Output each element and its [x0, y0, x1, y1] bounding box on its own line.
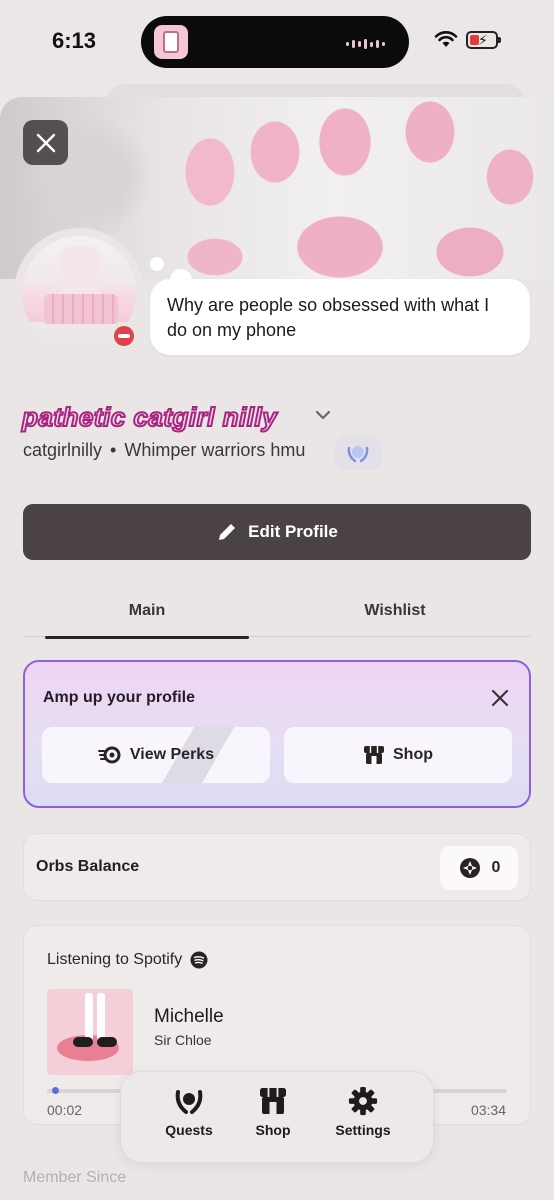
username: catgirlnilly [23, 440, 103, 460]
tab-main[interactable]: Main [45, 584, 249, 639]
orbs-balance-card[interactable]: Orbs Balance 0 [23, 833, 531, 901]
dock-quests-label: Quests [165, 1122, 213, 1138]
nitro-icon [97, 746, 121, 764]
dock-settings-button[interactable]: Settings [323, 1086, 403, 1138]
orb-icon [459, 858, 480, 878]
spotify-heading: Listening to Spotify [47, 951, 208, 969]
custom-status-bubble[interactable]: Why are people so obsessed with what I d… [150, 279, 530, 355]
battery-icon: ⚡ [466, 31, 501, 49]
shop-button[interactable]: Shop [284, 727, 512, 783]
shop-icon [260, 1088, 286, 1114]
audio-wave-icon [346, 39, 385, 49]
profile-tabs: Main Wishlist [23, 584, 531, 639]
close-icon [36, 133, 55, 152]
dock-shop-label: Shop [255, 1122, 291, 1138]
amp-card-title: Amp up your profile [43, 689, 195, 706]
pronouns: Whimper warriors hmu [124, 440, 306, 460]
chevron-down-icon[interactable] [314, 409, 332, 421]
bottom-dock: Quests Shop Settings [120, 1071, 434, 1163]
edit-profile-button[interactable]: Edit Profile [23, 504, 531, 560]
dynamic-island[interactable] [141, 16, 409, 68]
amp-profile-card: Amp up your profile View Perks Shop [23, 660, 531, 808]
spotify-heading-text: Listening to Spotify [47, 951, 183, 968]
orbs-balance-pill[interactable]: 0 [440, 846, 518, 890]
separator-dot: • [110, 440, 117, 460]
dock-quests-button[interactable]: Quests [149, 1086, 229, 1138]
laurel-icon [175, 1090, 203, 1114]
profile-sheet: Why are people so obsessed with what I d… [0, 97, 554, 1200]
track-title[interactable]: Michelle [154, 1006, 224, 1028]
orbs-value: 0 [491, 859, 501, 876]
close-icon[interactable] [491, 689, 509, 707]
username-row: catgirlnilly • Whimper warriors hmu [23, 440, 305, 461]
view-perks-label: View Perks [129, 746, 215, 763]
close-button[interactable] [23, 120, 68, 165]
shop-label: Shop [393, 746, 433, 763]
view-perks-button[interactable]: View Perks [42, 727, 270, 783]
thought-bubble-dot [150, 257, 164, 271]
track-artist[interactable]: Sir Chloe [154, 1032, 212, 1048]
laurel-badge-icon [347, 446, 369, 463]
wifi-icon [434, 31, 458, 47]
edit-profile-label: Edit Profile [248, 522, 338, 541]
elapsed-time: 00:02 [47, 1102, 83, 1118]
dnd-status-icon [110, 322, 138, 350]
album-art[interactable] [47, 989, 133, 1075]
display-name[interactable]: pathetic catgirl nilly [21, 401, 278, 433]
tab-wishlist[interactable]: Wishlist [295, 584, 495, 637]
profile-badge[interactable] [335, 436, 381, 470]
status-bar: 6:13 ⚡ [0, 0, 554, 90]
spotify-icon [190, 951, 208, 969]
track-duration: 03:34 [470, 1102, 506, 1118]
pencil-icon [219, 524, 236, 540]
dock-settings-label: Settings [335, 1122, 391, 1138]
status-time: 6:13 [52, 28, 97, 53]
orbs-label: Orbs Balance [36, 858, 140, 875]
gear-icon [348, 1086, 378, 1116]
now-playing-app-icon [154, 25, 188, 59]
shop-icon [364, 746, 384, 764]
member-since-heading: Member Since [23, 1169, 127, 1186]
custom-status-text: Why are people so obsessed with what I d… [167, 295, 490, 340]
dock-shop-button[interactable]: Shop [233, 1086, 313, 1138]
progress-knob [51, 1087, 59, 1094]
